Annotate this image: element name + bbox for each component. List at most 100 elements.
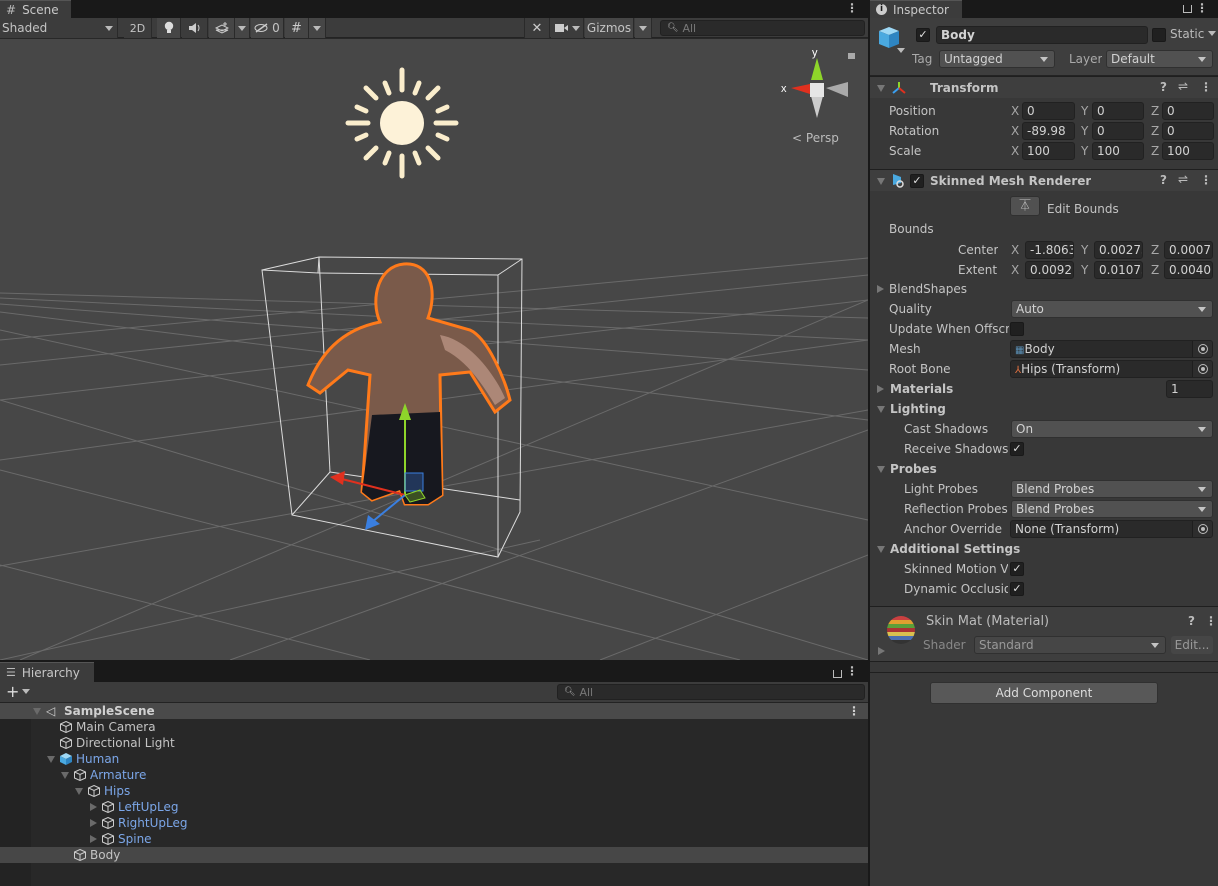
- grid-dropdown[interactable]: [309, 18, 326, 38]
- hierarchy-item[interactable]: Human: [0, 751, 868, 767]
- bounds-extent-z-input[interactable]: 0.0040: [1164, 261, 1213, 279]
- hierarchy-item[interactable]: Body: [0, 847, 868, 863]
- light-probes-dropdown[interactable]: Blend Probes: [1011, 480, 1213, 498]
- effects-toggle-button[interactable]: [209, 18, 235, 38]
- probes-foldout[interactable]: Probes: [890, 462, 937, 476]
- material-preview-icon[interactable]: [886, 615, 916, 645]
- expand-arrow-icon[interactable]: [61, 772, 69, 779]
- bounds-center-y-input[interactable]: 0.00273: [1094, 241, 1143, 259]
- materials-count-input[interactable]: 1: [1166, 380, 1213, 398]
- grid-toggle-button[interactable]: #: [285, 18, 309, 38]
- hierarchy-item[interactable]: Spine: [0, 831, 868, 847]
- scene-visibility-toggle[interactable]: 0: [251, 18, 284, 38]
- projection-toggle[interactable]: < Persp: [792, 131, 839, 145]
- transform-position-z-input[interactable]: 0: [1162, 102, 1214, 120]
- object-picker-icon[interactable]: [1192, 521, 1212, 537]
- expand-arrow-icon[interactable]: [33, 708, 41, 715]
- tab-inspector[interactable]: i Inspector: [870, 0, 962, 18]
- hierarchy-item[interactable]: LeftUpLeg: [0, 799, 868, 815]
- collapse-arrow-icon[interactable]: [877, 406, 885, 413]
- hierarchy-item[interactable]: Directional Light: [0, 735, 868, 751]
- hierarchy-item[interactable]: RightUpLeg: [0, 815, 868, 831]
- transform-rotation-y-input[interactable]: 0: [1092, 122, 1144, 140]
- lock-icon[interactable]: [1183, 5, 1192, 13]
- transform-header[interactable]: Transform ? ⇌ ⋮: [870, 76, 1218, 98]
- panel-splitter[interactable]: [868, 0, 870, 886]
- scene-root-row[interactable]: ◁ SampleScene ⋮: [0, 703, 868, 719]
- shading-mode-dropdown[interactable]: Shaded: [0, 18, 118, 38]
- scene-menu-button[interactable]: ⋮: [846, 1, 858, 15]
- scene-viewport[interactable]: y x < Persp: [0, 39, 868, 660]
- bounds-center-x-input[interactable]: -1.8063: [1025, 241, 1074, 259]
- tools-button[interactable]: ✕: [524, 18, 550, 38]
- materials-foldout[interactable]: Materials: [890, 382, 953, 396]
- active-checkbox[interactable]: ✓: [916, 28, 930, 42]
- inspector-menu-button[interactable]: ⋮: [1196, 1, 1208, 15]
- mesh-field[interactable]: ▦Body: [1010, 340, 1213, 358]
- anchor-override-field[interactable]: None (Transform): [1010, 520, 1213, 538]
- skinned-motion-checkbox[interactable]: ✓: [1010, 562, 1024, 576]
- expand-arrow-icon[interactable]: [877, 285, 884, 293]
- receive-shadows-checkbox[interactable]: ✓: [1010, 442, 1024, 456]
- expand-arrow-icon[interactable]: [90, 803, 97, 811]
- hierarchy-item[interactable]: Main Camera: [0, 719, 868, 735]
- hierarchy-menu-button[interactable]: ⋮: [846, 664, 858, 678]
- collapse-arrow-icon[interactable]: [877, 546, 885, 553]
- tab-scene[interactable]: # Scene: [0, 0, 71, 18]
- effects-dropdown[interactable]: [235, 18, 250, 38]
- lock-icon[interactable]: [848, 53, 855, 59]
- blendshapes-foldout[interactable]: BlendShapes: [889, 282, 967, 296]
- edit-bounds-button[interactable]: ⏄: [1010, 196, 1040, 216]
- layer-dropdown[interactable]: Default: [1106, 50, 1213, 68]
- transform-scale-z-input[interactable]: 100: [1162, 142, 1214, 160]
- tag-dropdown[interactable]: Untagged: [939, 50, 1055, 68]
- smr-header[interactable]: ✓ Skinned Mesh Renderer ? ⇌ ⋮: [870, 169, 1218, 191]
- root-bone-field[interactable]: ⅄Hips (Transform): [1010, 360, 1213, 378]
- chevron-down-icon[interactable]: [897, 48, 905, 53]
- smr-enabled-checkbox[interactable]: ✓: [910, 174, 924, 188]
- lighting-toggle-button[interactable]: [157, 18, 181, 38]
- collapse-arrow-icon[interactable]: [877, 466, 885, 473]
- transform-scale-y-input[interactable]: 100: [1092, 142, 1144, 160]
- collapse-arrow-icon[interactable]: [877, 85, 885, 92]
- help-icon[interactable]: ?: [1188, 614, 1195, 628]
- orientation-gizmo[interactable]: y x: [781, 47, 855, 118]
- add-component-button[interactable]: Add Component: [930, 682, 1158, 704]
- component-menu-icon[interactable]: ⋮: [1200, 173, 1212, 187]
- update-offscreen-checkbox[interactable]: [1010, 322, 1024, 336]
- dynamic-occlusion-checkbox[interactable]: ✓: [1010, 582, 1024, 596]
- component-menu-icon[interactable]: ⋮: [1200, 80, 1212, 94]
- help-icon[interactable]: ?: [1160, 173, 1167, 187]
- scene-menu-button[interactable]: ⋮: [848, 703, 860, 719]
- additional-settings-foldout[interactable]: Additional Settings: [890, 542, 1020, 556]
- expand-arrow-icon[interactable]: [90, 835, 97, 843]
- reflection-probes-dropdown[interactable]: Blend Probes: [1011, 500, 1213, 518]
- transform-scale-x-input[interactable]: 100: [1022, 142, 1075, 160]
- presets-icon[interactable]: ⇌: [1178, 172, 1188, 186]
- tab-hierarchy[interactable]: ☰ Hierarchy: [0, 662, 94, 682]
- transform-position-x-input[interactable]: 0: [1022, 102, 1075, 120]
- gizmos-button[interactable]: Gizmos: [585, 18, 634, 38]
- static-checkbox[interactable]: [1152, 28, 1166, 42]
- create-button[interactable]: +: [6, 682, 31, 702]
- hierarchy-search-input[interactable]: 🔍︎ All: [557, 684, 865, 700]
- expand-arrow-icon[interactable]: [47, 756, 55, 763]
- expand-arrow-icon[interactable]: [75, 788, 83, 795]
- audio-toggle-button[interactable]: [182, 18, 208, 38]
- expand-arrow-icon[interactable]: [878, 647, 885, 655]
- bounds-center-z-input[interactable]: 0.0007:: [1164, 241, 1213, 259]
- shader-edit-button[interactable]: Edit...: [1171, 636, 1213, 654]
- quality-dropdown[interactable]: Auto: [1011, 300, 1213, 318]
- camera-dropdown[interactable]: [551, 18, 584, 38]
- 2d-toggle-button[interactable]: 2D: [124, 18, 152, 38]
- bounds-extent-y-input[interactable]: 0.01073: [1094, 261, 1143, 279]
- cast-shadows-dropdown[interactable]: On: [1011, 420, 1213, 438]
- gizmos-dropdown[interactable]: [635, 18, 652, 38]
- object-picker-icon[interactable]: [1192, 361, 1212, 377]
- expand-arrow-icon[interactable]: [877, 385, 884, 393]
- component-menu-icon[interactable]: ⋮: [1205, 614, 1217, 628]
- static-dropdown[interactable]: Static: [1170, 27, 1217, 41]
- help-icon[interactable]: ?: [1160, 80, 1167, 94]
- shader-dropdown[interactable]: Standard: [974, 636, 1166, 654]
- collapse-arrow-icon[interactable]: [877, 178, 885, 185]
